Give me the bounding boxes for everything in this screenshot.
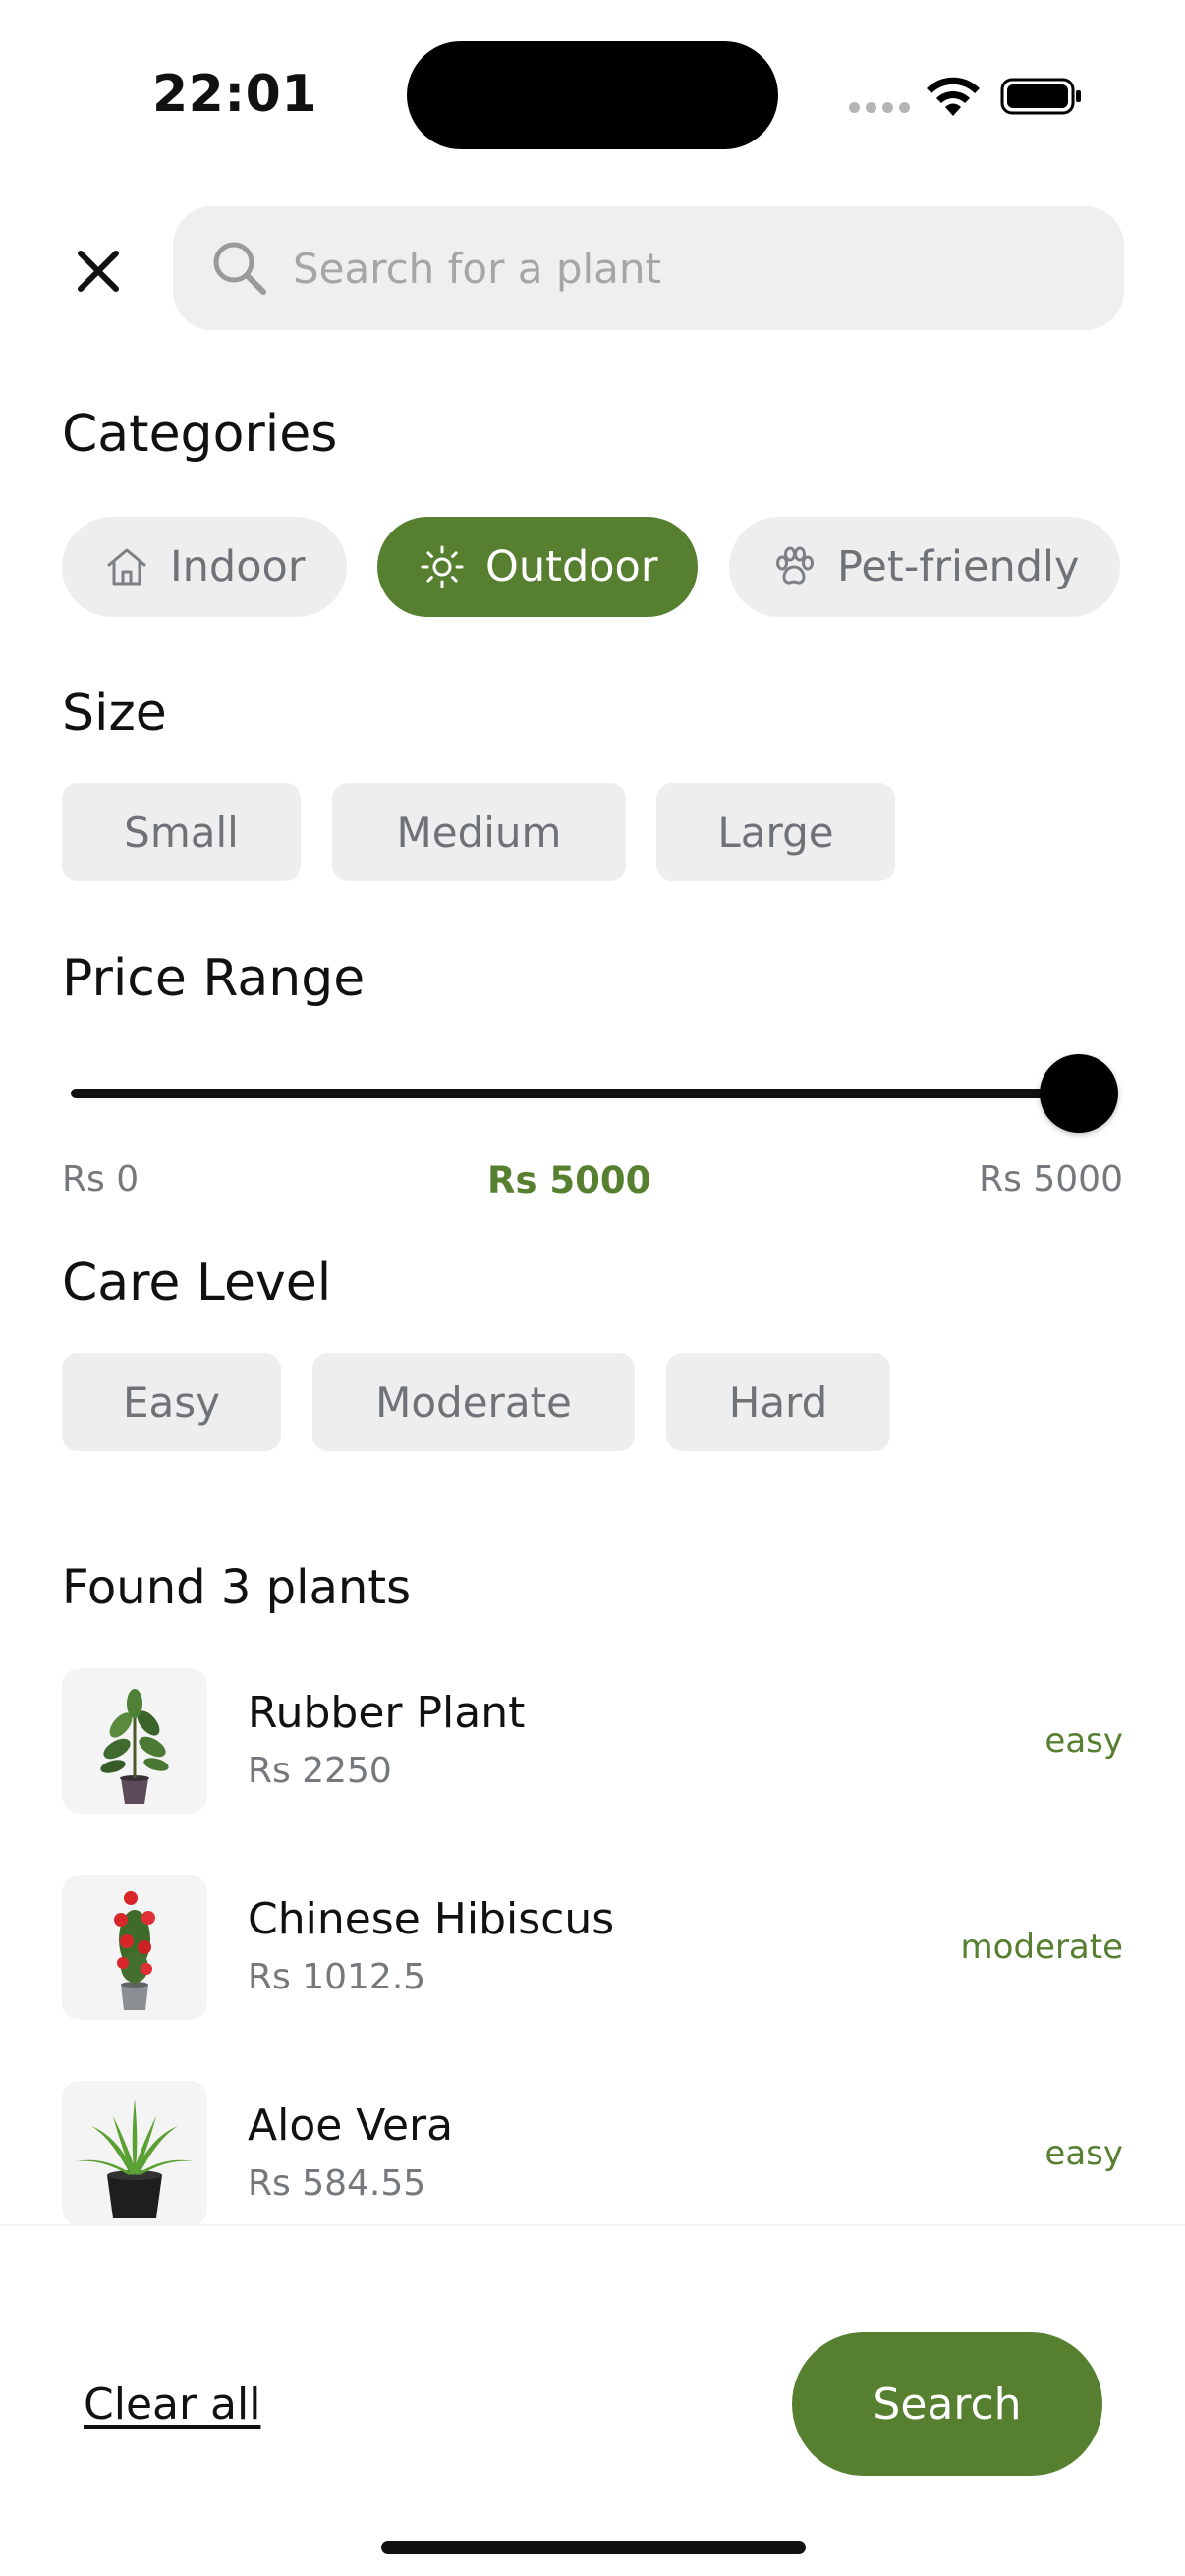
plant-price: Rs 1012.5: [248, 1957, 426, 1997]
price-slider-track[interactable]: [71, 1089, 1079, 1098]
search-input[interactable]: [293, 244, 1099, 293]
results-count: Found 3 plants: [62, 1560, 412, 1615]
care-level-tag: easy: [1044, 2134, 1123, 2173]
size-heading: Size: [62, 684, 167, 743]
result-item-rubber-plant[interactable]: Rubber Plant Rs 2250 easy: [62, 1668, 1123, 1816]
close-icon: [78, 251, 119, 292]
status-bar: 22:01: [0, 0, 1185, 187]
paw-icon: [776, 546, 814, 585]
plant-name: Rubber Plant: [248, 1688, 526, 1738]
search-bar[interactable]: [173, 206, 1124, 330]
battery-icon: [1000, 78, 1081, 115]
category-indoor[interactable]: Indoor: [62, 517, 347, 617]
category-outdoor[interactable]: Outdoor: [377, 517, 698, 617]
size-small-chip[interactable]: Small: [62, 783, 301, 881]
price-slider-thumb[interactable]: [1040, 1054, 1118, 1133]
care-easy-chip[interactable]: Easy: [62, 1353, 281, 1451]
search-icon: [213, 242, 266, 295]
category-pet-friendly[interactable]: Pet-friendly: [729, 517, 1120, 617]
care-level-heading: Care Level: [62, 1254, 332, 1313]
size-medium-chip[interactable]: Medium: [332, 783, 626, 881]
categories-heading: Categories: [62, 405, 338, 464]
home-indicator: [381, 2541, 806, 2554]
close-button[interactable]: [65, 238, 132, 305]
plant-name: Chinese Hibiscus: [248, 1894, 615, 1944]
care-hard-chip[interactable]: Hard: [666, 1353, 890, 1451]
category-label: Pet-friendly: [837, 542, 1080, 591]
result-item-chinese-hibiscus[interactable]: Chinese Hibiscus Rs 1012.5 moderate: [62, 1875, 1123, 2022]
wifi-icon: [927, 77, 980, 116]
plant-name: Aloe Vera: [248, 2100, 454, 2151]
price-current-value: Rs 5000: [487, 1159, 651, 1202]
dynamic-island: [407, 41, 778, 149]
home-icon: [107, 548, 146, 586]
care-level-tag: moderate: [960, 1928, 1123, 1967]
result-item-aloe-vera[interactable]: Aloe Vera Rs 584.55 easy: [62, 2081, 1123, 2228]
aloe-vera-image: [62, 2081, 207, 2226]
plant-price: Rs 2250: [248, 1751, 392, 1791]
search-button[interactable]: Search: [792, 2332, 1102, 2476]
care-moderate-chip[interactable]: Moderate: [312, 1353, 635, 1451]
price-min-label: Rs 0: [62, 1159, 140, 1200]
category-label: Outdoor: [485, 542, 658, 591]
cellular-signal-icon: [849, 102, 910, 113]
plant-price: Rs 584.55: [248, 2163, 426, 2204]
care-level-tag: easy: [1044, 1721, 1123, 1761]
bottom-action-bar: Clear all Search: [0, 2224, 1185, 2576]
clear-all-link[interactable]: Clear all: [84, 2380, 260, 2430]
size-large-chip[interactable]: Large: [656, 783, 895, 881]
sun-icon: [421, 545, 464, 588]
price-max-label: Rs 5000: [979, 1159, 1123, 1200]
hibiscus-image: [62, 1875, 207, 2020]
price-range-heading: Price Range: [62, 949, 366, 1008]
status-time: 22:01: [152, 65, 318, 124]
rubber-plant-image: [62, 1668, 207, 1814]
category-label: Indoor: [170, 542, 306, 591]
